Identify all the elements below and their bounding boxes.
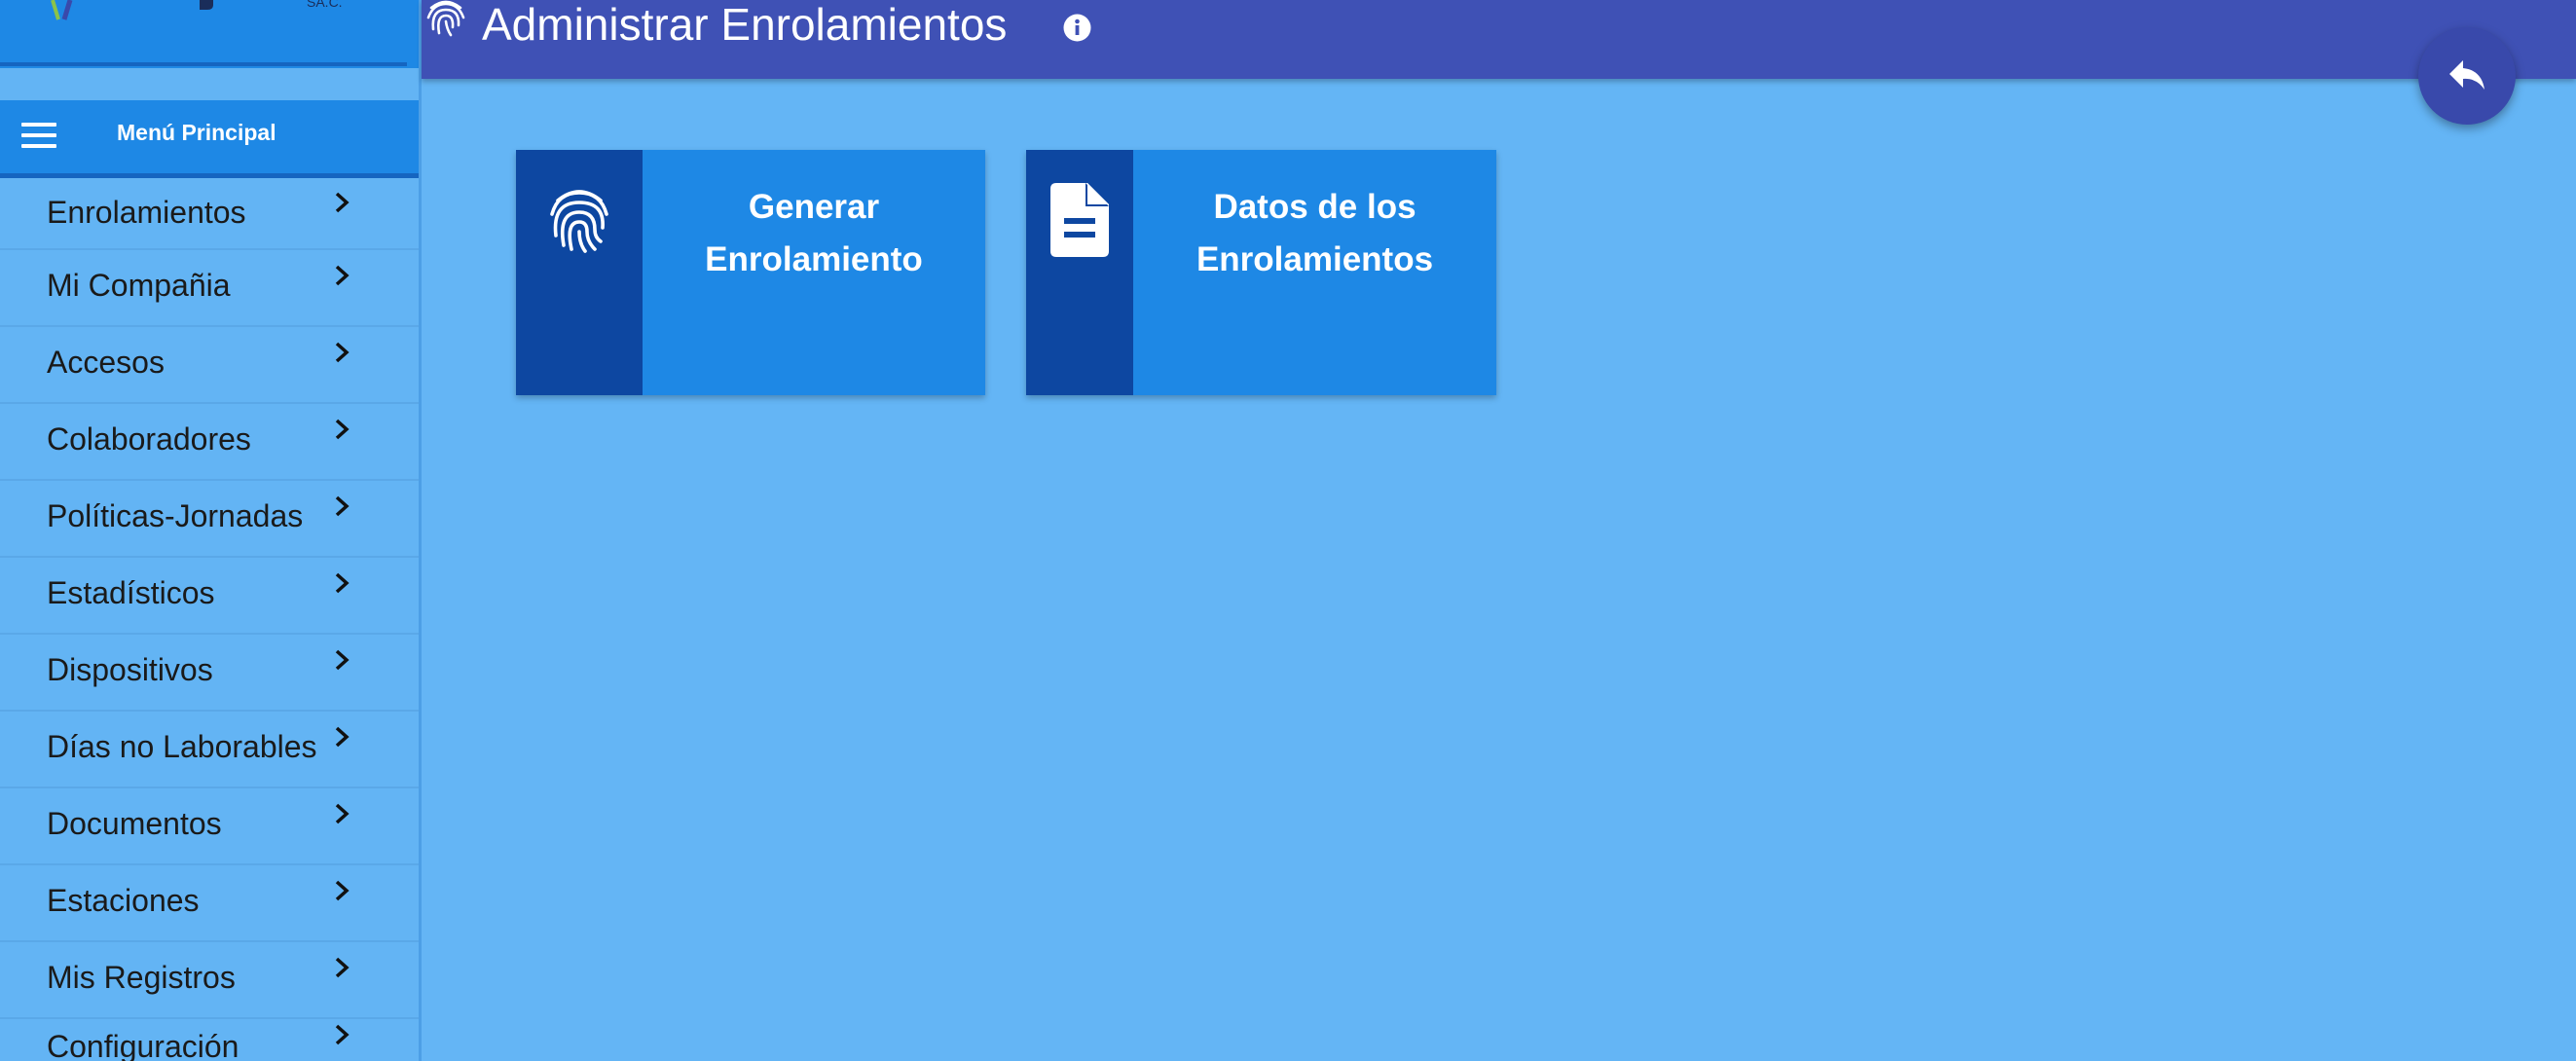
company-logo-text xyxy=(200,0,213,10)
sidebar-item-dias-no-laborables[interactable]: Días no Laborables xyxy=(0,712,419,788)
card-icon-strip xyxy=(516,150,643,395)
page-title: Administrar Enrolamientos xyxy=(482,0,1008,50)
sidebar-item-estaciones[interactable]: Estaciones xyxy=(0,865,419,942)
sidebar-item-mi-compania[interactable]: Mi Compañia xyxy=(0,250,419,327)
chevron-right-icon xyxy=(335,803,350,824)
fingerprint-icon xyxy=(550,190,608,253)
sidebar-item-enrolamientos[interactable]: Enrolamientos xyxy=(0,177,419,250)
sidebar-item-accesos[interactable]: Accesos xyxy=(0,327,419,404)
sidebar-item-label: Mis Registros xyxy=(47,960,236,995)
sidebar-menu: Enrolamientos Mi Compañia Accesos Colabo… xyxy=(0,177,419,1061)
sidebar-item-label: Estaciones xyxy=(47,883,200,918)
chevron-right-icon xyxy=(335,419,350,440)
sidebar-item-label: Mi Compañia xyxy=(47,268,231,303)
reply-icon xyxy=(2449,60,2484,90)
card-icon-strip xyxy=(1026,150,1133,395)
sidebar-item-dispositivos[interactable]: Dispositivos xyxy=(0,635,419,712)
sidebar-item-label: Días no Laborables xyxy=(47,729,317,764)
chevron-right-icon xyxy=(335,649,350,671)
sidebar-item-mis-registros[interactable]: Mis Registros xyxy=(0,942,419,1019)
sidebar-item-documentos[interactable]: Documentos xyxy=(0,788,419,865)
top-bar: Administrar Enrolamientos xyxy=(422,0,2576,79)
card-title-line: Enrolamientos xyxy=(1196,240,1434,278)
card-title-line: Enrolamiento xyxy=(705,240,923,278)
chevron-right-icon xyxy=(335,265,350,286)
chevron-right-icon xyxy=(335,726,350,748)
sidebar-item-label: Documentos xyxy=(47,806,222,841)
company-logo xyxy=(51,0,73,20)
chevron-right-icon xyxy=(335,192,350,213)
info-icon[interactable] xyxy=(1063,14,1091,42)
sidebar-item-label: Dispositivos xyxy=(47,652,213,687)
sidebar-item-label: Políticas-Jornadas xyxy=(47,498,304,533)
sidebar-item-label: Enrolamientos xyxy=(47,195,246,230)
sidebar-item-label: Accesos xyxy=(47,345,165,380)
fingerprint-icon xyxy=(426,0,465,37)
document-icon xyxy=(1050,183,1109,257)
sidebar-item-label: Colaboradores xyxy=(47,421,251,457)
chevron-right-icon xyxy=(335,1024,350,1045)
sidebar-item-colaboradores[interactable]: Colaboradores xyxy=(0,404,419,481)
menu-title: Menú Principal xyxy=(117,120,276,145)
sidebar: SA.C. Menú Principal Enrolamientos Mi Co… xyxy=(0,0,422,1061)
chevron-right-icon xyxy=(335,572,350,594)
chevron-right-icon xyxy=(335,880,350,901)
chevron-right-icon xyxy=(335,957,350,978)
generar-enrolamiento-card[interactable]: Generar Enrolamiento xyxy=(516,150,985,395)
card-title: Generar Enrolamiento xyxy=(643,181,985,286)
logo-small-text: SA.C. xyxy=(307,0,343,10)
menu-header: Menú Principal xyxy=(0,100,419,178)
sidebar-item-label: Estadísticos xyxy=(47,575,215,610)
sidebar-item-estadisticos[interactable]: Estadísticos xyxy=(0,558,419,635)
chevron-right-icon xyxy=(335,495,350,517)
sidebar-item-politicas-jornadas[interactable]: Políticas-Jornadas xyxy=(0,481,419,558)
back-button[interactable] xyxy=(2418,27,2516,125)
datos-enrolamientos-card[interactable]: Datos de los Enrolamientos xyxy=(1026,150,1496,395)
sidebar-item-configuracion[interactable]: Configuración xyxy=(0,1019,419,1061)
card-title-line: Datos de los xyxy=(1213,188,1417,226)
hamburger-menu-icon[interactable] xyxy=(21,121,56,152)
sidebar-item-label: Configuración xyxy=(47,1029,239,1061)
card-title: Datos de los Enrolamientos xyxy=(1133,181,1496,286)
logo-area: SA.C. xyxy=(0,0,419,68)
card-title-line: Generar xyxy=(748,188,880,226)
chevron-right-icon xyxy=(335,342,350,363)
logo-divider xyxy=(0,62,407,66)
